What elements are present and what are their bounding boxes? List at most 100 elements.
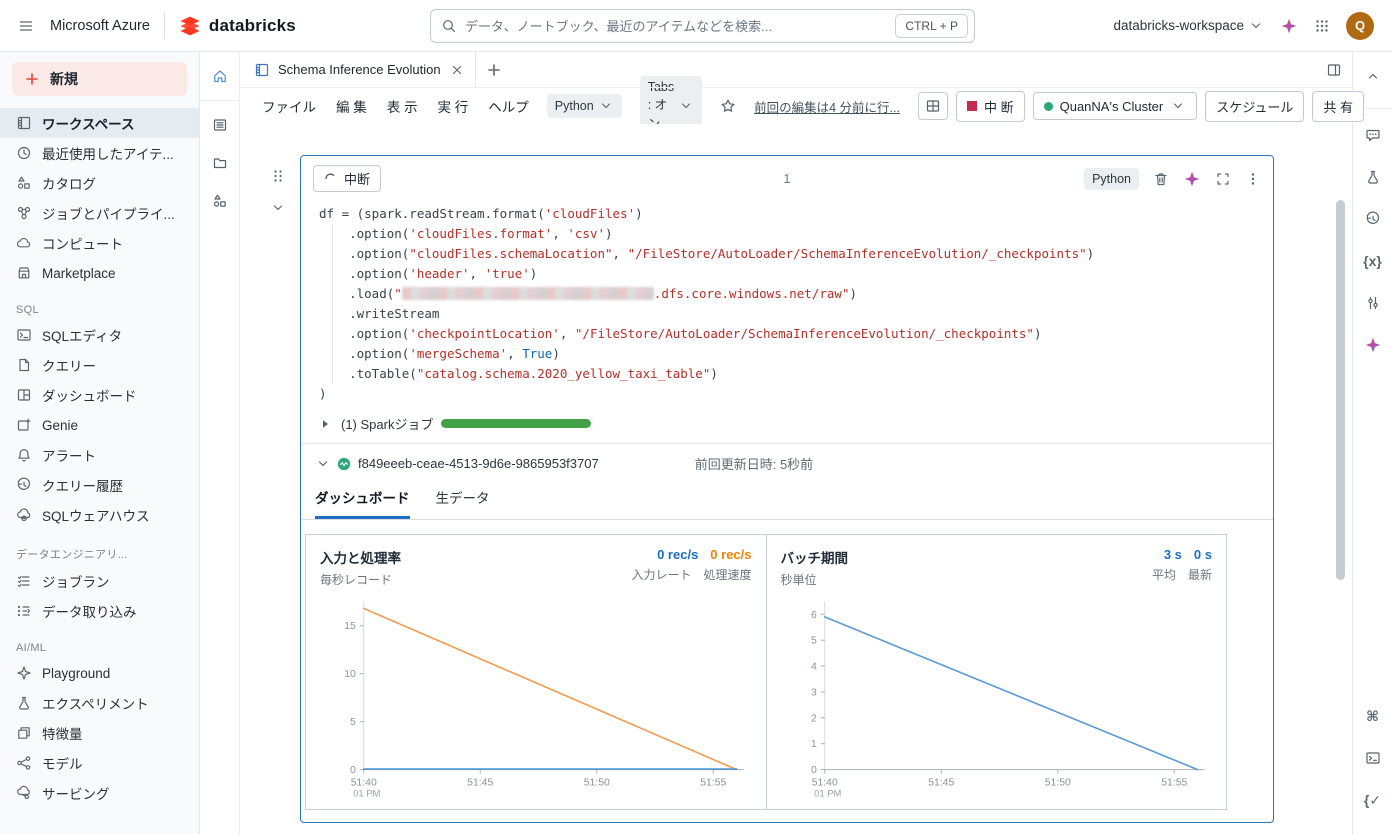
menu-ファイル[interactable]: ファイル	[262, 96, 316, 116]
main-area: Schema Inference Evolution ファイル編 集表 示実 行…	[240, 52, 1352, 834]
cell-assistant-icon[interactable]	[1183, 170, 1201, 188]
chart-subtitle: 毎秒レコード	[320, 571, 401, 588]
sidebar-item[interactable]: ジョブとパイプライ...	[0, 198, 199, 228]
close-icon[interactable]	[449, 62, 465, 78]
sidebar-item[interactable]: クエリー履歴	[0, 470, 199, 500]
chevron-up-icon[interactable]	[1357, 60, 1389, 92]
cell-number: 1	[784, 172, 791, 186]
tab-dashboard[interactable]: ダッシュボード	[315, 487, 410, 519]
sidebar-item[interactable]: データ取り込み	[0, 596, 199, 626]
interrupt-button[interactable]: 中 断	[956, 91, 1025, 122]
list-icon[interactable]	[204, 109, 236, 141]
avatar[interactable]: Q	[1346, 12, 1374, 40]
drag-handle-icon[interactable]	[270, 168, 286, 184]
indent-guide	[332, 224, 333, 384]
sidebar-item[interactable]: クエリー	[0, 350, 199, 380]
history-icon[interactable]	[1357, 203, 1389, 235]
sidebar-item-label: クエリー	[42, 355, 96, 375]
assistant-icon[interactable]	[1357, 329, 1389, 361]
kebab-menu-icon[interactable]	[1245, 171, 1261, 187]
sidebar-item[interactable]: モデル	[0, 748, 199, 778]
braces-x-icon[interactable]: {x}	[1357, 245, 1389, 277]
new-tab-button[interactable]	[476, 52, 512, 87]
catalog-icon	[16, 175, 32, 191]
share-button[interactable]: 共 有	[1312, 91, 1364, 122]
trash-icon[interactable]	[1153, 171, 1169, 187]
sidebar-item-label: ワークスペース	[42, 113, 134, 133]
scrollbar[interactable]	[1336, 200, 1345, 580]
process-rate-value: 0 rec/s	[710, 547, 751, 562]
expand-icon[interactable]	[1215, 171, 1231, 187]
chevron-down-icon[interactable]	[315, 456, 331, 472]
sidebar-section-header: データエンジニアリ...	[16, 546, 199, 562]
sidebar-item[interactable]: ジョブラン	[0, 566, 199, 596]
assistant-sparkle-icon[interactable]	[1280, 17, 1298, 35]
last-edit-link[interactable]: 前回の編集は4 分前に行...	[754, 97, 900, 116]
spark-job-row[interactable]: (1) Sparkジョブ	[301, 408, 1273, 443]
sidebar-item[interactable]: ワークスペース	[0, 108, 199, 138]
sidebar-item-label: ジョブラン	[42, 571, 110, 591]
sidebar-item[interactable]: 特徴量	[0, 718, 199, 748]
language-selector[interactable]: Python	[547, 94, 622, 118]
hamburger-icon[interactable]	[18, 18, 34, 34]
catalog-icon[interactable]	[204, 185, 236, 217]
global-search[interactable]: CTRL + P	[430, 9, 975, 43]
code-line: .writeStream	[319, 304, 1273, 324]
flask-icon[interactable]	[1357, 161, 1389, 193]
layout-columns-icon[interactable]	[1326, 52, 1342, 88]
sidebar-item[interactable]: SQLエディタ	[0, 320, 199, 350]
caret-right-icon	[317, 416, 333, 432]
app-grid-icon[interactable]	[1314, 18, 1330, 34]
table-view-button[interactable]	[918, 92, 948, 120]
notebook-tab-title: Schema Inference Evolution	[278, 62, 441, 77]
code-editor[interactable]: df = (spark.readStream.format('cloudFile…	[301, 196, 1273, 408]
folder-icon[interactable]	[204, 147, 236, 179]
cell-language-badge[interactable]: Python	[1084, 168, 1139, 190]
spark-progress-bar	[441, 419, 591, 428]
command-icon[interactable]: ⌘	[1357, 700, 1389, 732]
divider	[164, 13, 165, 39]
tab-raw-data[interactable]: 生データ	[436, 487, 490, 519]
sidebar-item[interactable]: Marketplace	[0, 258, 199, 288]
menu-ヘルプ[interactable]: ヘルプ	[488, 96, 529, 116]
favorite-star-icon[interactable]	[720, 98, 736, 114]
sidebar-item[interactable]: アラート	[0, 440, 199, 470]
workspace-selector[interactable]: databricks-workspace	[1113, 18, 1264, 34]
sidebar-item[interactable]: サービング	[0, 778, 199, 808]
notebook-tab[interactable]: Schema Inference Evolution	[240, 52, 476, 87]
collapse-chevron-icon[interactable]	[270, 200, 286, 216]
terminal-icon[interactable]	[1357, 742, 1389, 774]
sidebar-item[interactable]: ダッシュボード	[0, 380, 199, 410]
comment-icon[interactable]	[1357, 119, 1389, 151]
sidebar-item[interactable]: コンピュート	[0, 228, 199, 258]
sidebar-item-label: 最近使用したアイテ...	[42, 143, 174, 163]
latest-duration-label: 最新	[1188, 566, 1212, 583]
menu-表示[interactable]: 表 示	[387, 96, 418, 116]
sidebar-item[interactable]: エクスペリメント	[0, 688, 199, 718]
flask-icon	[16, 695, 32, 711]
cluster-selector[interactable]: QuanNA's Cluster	[1033, 92, 1198, 120]
svg-text:01 PM: 01 PM	[814, 788, 841, 799]
sidebar-item[interactable]: SQLウェアハウス	[0, 500, 199, 530]
sidebar-item[interactable]: Genie	[0, 410, 199, 440]
code-check-icon[interactable]: {✓	[1357, 784, 1389, 816]
sidebar-item-label: モデル	[42, 753, 83, 773]
cell-interrupt-button[interactable]: 中断	[313, 165, 381, 192]
sidebar-section-header: AI/ML	[16, 642, 199, 654]
input-rate-chart: 05101551:4001 PM51:4551:5051:55	[320, 596, 752, 806]
menu-実行[interactable]: 実 行	[438, 96, 469, 116]
svg-text:51:55: 51:55	[700, 778, 726, 789]
menu-編集[interactable]: 編 集	[336, 96, 367, 116]
new-button[interactable]: 新規	[12, 62, 187, 96]
search-input[interactable]	[465, 19, 895, 34]
sliders-icon[interactable]	[1357, 287, 1389, 319]
batch-duration-chart: 012345651:4001 PM51:4551:5051:55	[781, 596, 1213, 806]
schedule-button[interactable]: スケジュール	[1205, 91, 1304, 122]
sidebar-item[interactable]: Playground	[0, 658, 199, 688]
home-icon[interactable]	[204, 60, 236, 92]
sidebar-item-label: Playground	[42, 666, 110, 681]
sidebar-item[interactable]: 最近使用したアイテ...	[0, 138, 199, 168]
cloud-icon	[16, 235, 32, 251]
svg-text:01 PM: 01 PM	[353, 788, 380, 799]
sidebar-item[interactable]: カタログ	[0, 168, 199, 198]
